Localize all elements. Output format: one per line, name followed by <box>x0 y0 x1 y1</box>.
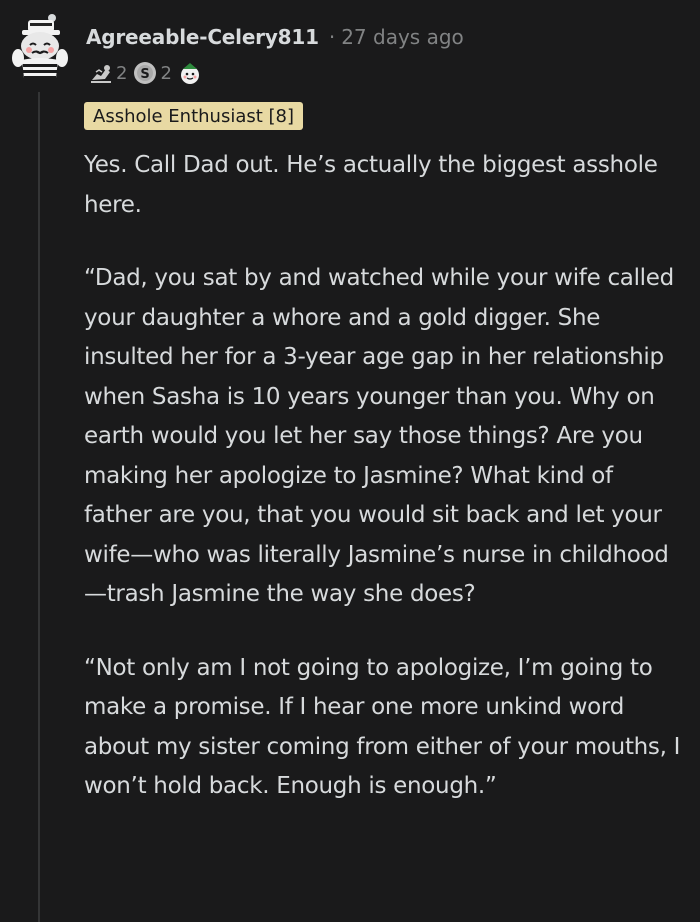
comment-paragraph: “Dad, you sat by and watched while your … <box>84 265 674 607</box>
thread-line[interactable] <box>38 92 40 922</box>
user-avatar[interactable] <box>8 12 70 82</box>
helpful-award-count: 2 <box>116 62 128 84</box>
awards-row[interactable]: 2 S 2 <box>88 58 203 88</box>
comment-header: Agreeable-Celery811 · 27 days ago <box>86 22 464 52</box>
comment-paragraph: “Not only am I not going to apologize, I… <box>84 654 681 800</box>
wholesome-award-icon <box>177 60 203 86</box>
username-link[interactable]: Agreeable-Celery811 <box>86 25 319 49</box>
silver-award-count: 2 <box>160 62 172 84</box>
comment-body: Yes. Call Dad out. He’s actually the big… <box>84 146 684 841</box>
flair-text: Asshole Enthusiast [8] <box>93 105 295 127</box>
snoo-avatar-icon <box>12 14 68 78</box>
meta-separator: · <box>328 25 336 49</box>
svg-text:S: S <box>141 67 150 82</box>
user-flair: Asshole Enthusiast [8] <box>84 102 304 130</box>
helpful-award-icon <box>88 60 114 86</box>
timestamp-link[interactable]: 27 days ago <box>341 25 464 49</box>
comment-paragraph: Yes. Call Dad out. He’s actually the big… <box>84 152 658 218</box>
silver-award-icon: S <box>132 60 158 86</box>
